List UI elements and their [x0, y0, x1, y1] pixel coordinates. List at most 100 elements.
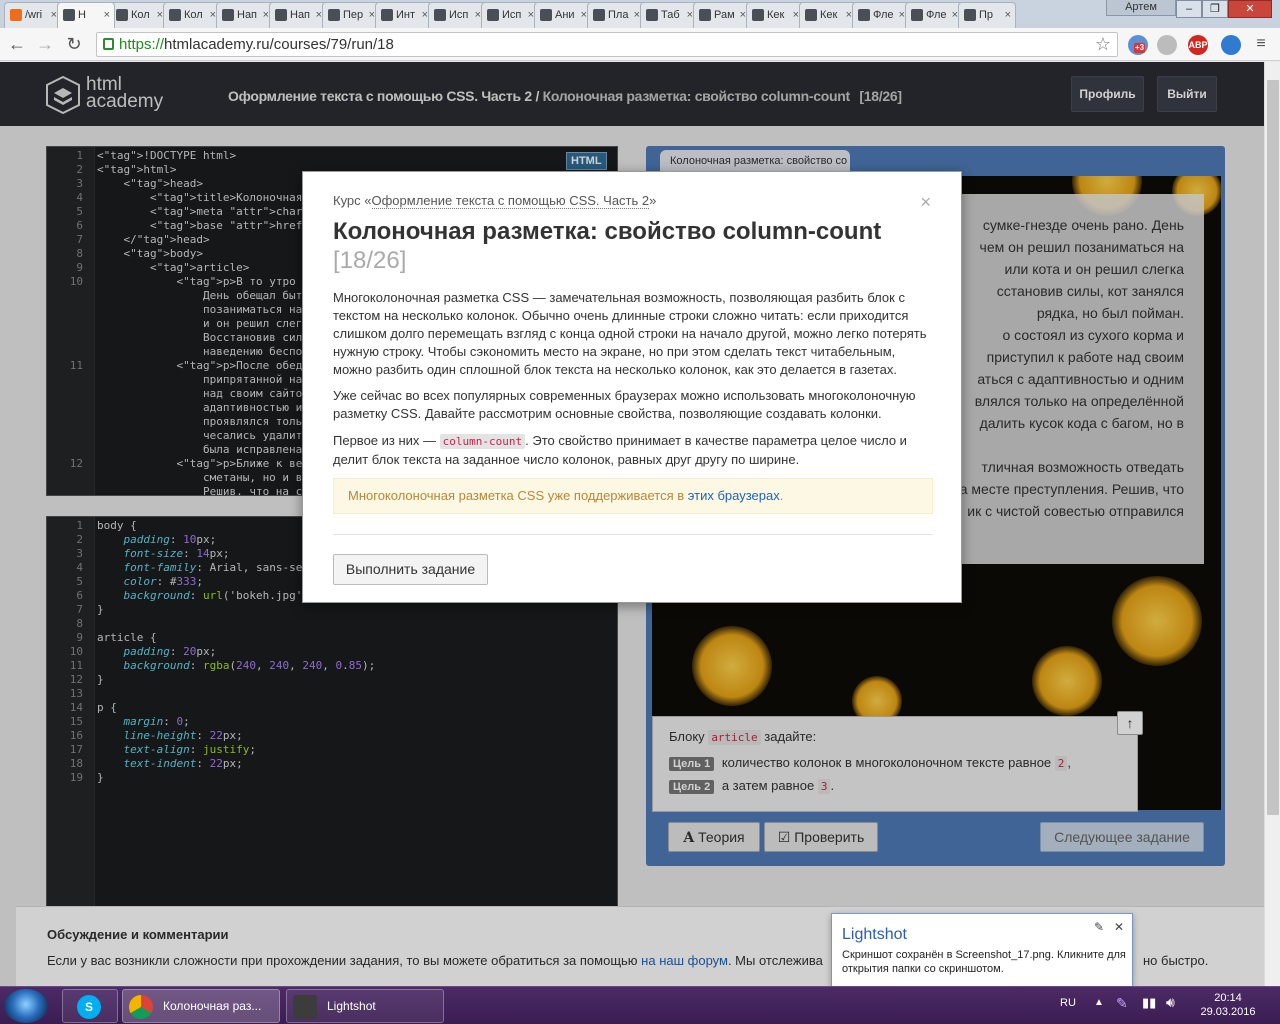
back-button[interactable]: ← — [6, 33, 28, 55]
start-button[interactable] — [4, 989, 48, 1023]
tab-favicon-icon — [487, 9, 499, 21]
modal-course-link[interactable]: Оформление текста с помощью CSS. Часть 2 — [371, 193, 650, 209]
extension-badge: +3 — [1134, 43, 1146, 53]
tab-favicon-icon — [593, 9, 605, 21]
modal-close-icon[interactable]: × — [920, 192, 931, 213]
browser-tab[interactable]: Фле × — [852, 2, 910, 28]
extension-icon[interactable]: +3 — [1128, 35, 1148, 55]
modal-paragraph-3: Первое из них — column-count. Это свойст… — [333, 432, 933, 469]
tab-favicon-icon — [540, 9, 552, 21]
menu-icon[interactable]: ≡ — [1250, 33, 1272, 55]
browser-tab-strip: /wri × Н × Кол × Кол × Нап × Нап × Пер × Инт × Исп × Исп × А… — [0, 0, 1280, 28]
reload-button[interactable]: ↻ — [63, 33, 85, 55]
tab-label: Нап — [290, 9, 311, 21]
tab-favicon-icon — [63, 9, 75, 21]
clock-time: 20:14 — [1214, 992, 1242, 1004]
page-scrollbar[interactable] — [1264, 62, 1280, 986]
network-icon[interactable]: ▮▮ — [1142, 995, 1156, 1011]
lightshot-notification[interactable]: Lightshot ✎ ✕ Скриншот сохранён в Screen… — [831, 913, 1133, 987]
tab-favicon-icon — [169, 9, 181, 21]
windows-taskbar: S Колоночная раз... Lightshot RU ▲ ✎ ▮▮ … — [0, 986, 1280, 1024]
forward-button[interactable]: → — [34, 33, 56, 55]
start-task-button[interactable]: Выполнить задание — [333, 554, 488, 585]
tab-label: Кек — [820, 9, 838, 21]
toast-title: Lightshot — [842, 926, 907, 943]
browser-tab[interactable]: Исп × — [428, 2, 486, 28]
tab-label: /wri — [25, 9, 43, 21]
clock-date: 29.03.2016 — [1200, 1006, 1256, 1018]
browser-tab[interactable]: Пер × — [322, 2, 380, 28]
language-indicator[interactable]: RU — [1060, 997, 1076, 1009]
browser-tab[interactable]: /wri × — [4, 2, 62, 28]
scrollbar-thumb[interactable] — [1267, 80, 1279, 815]
modal-title-text: Колоночная разметка: свойство column-cou… — [333, 218, 882, 245]
tab-label: Рам — [714, 9, 735, 21]
shield-icon[interactable] — [1157, 35, 1177, 55]
chrome-icon — [129, 995, 153, 1019]
maximize-button[interactable]: ❐ — [1202, 0, 1228, 18]
profile-badge[interactable]: Артем — [1106, 0, 1176, 16]
chrome-task-label: Колоночная раз... — [163, 999, 262, 1013]
tab-label: Фле — [926, 9, 947, 21]
browser-tab[interactable]: Нап × — [216, 2, 274, 28]
pin-icon[interactable]: ✎ — [1094, 920, 1104, 934]
p3-start: Первое из них — — [333, 433, 437, 448]
tab-close-icon[interactable]: × — [1005, 3, 1011, 27]
url-path: htmlacademy.ru/courses/79/run/18 — [164, 36, 394, 53]
tab-favicon-icon — [752, 9, 764, 21]
skype-icon: S — [77, 995, 101, 1019]
browser-tab[interactable]: Ани × — [534, 2, 592, 28]
browser-tab[interactable]: Нап × — [269, 2, 327, 28]
skype-taskbar-button[interactable]: S — [62, 989, 118, 1023]
lightshot-taskbar-button[interactable]: Lightshot — [286, 989, 444, 1023]
browser-tab[interactable]: Н × — [57, 2, 115, 28]
browser-tab[interactable]: Инт × — [375, 2, 433, 28]
lightshot-tray-icon[interactable]: ✎ — [1116, 995, 1128, 1012]
notice-end: . — [779, 488, 784, 503]
browser-tab[interactable]: Рам × — [693, 2, 751, 28]
tab-label: Фле — [873, 9, 894, 21]
tab-label: Пр — [979, 9, 994, 21]
tray-expand-icon[interactable]: ▲ — [1094, 997, 1104, 1008]
course-suffix: » — [649, 193, 657, 208]
browser-tab[interactable]: Фле × — [905, 2, 963, 28]
close-window-button[interactable]: ✕ — [1228, 0, 1272, 18]
window-controls: – ❐ ✕ — [1176, 0, 1272, 18]
system-clock[interactable]: 20:14 29.03.2016 — [1200, 991, 1256, 1019]
modal-paragraph-2: Уже сейчас во всех популярных современны… — [333, 388, 916, 421]
tab-label: Кек — [767, 9, 785, 21]
browser-tab[interactable]: Пла × — [587, 2, 645, 28]
browser-tab[interactable]: Кек × — [799, 2, 857, 28]
modal-paragraph-1: Многоколоночная разметка CSS — замечател… — [333, 290, 927, 377]
address-bar[interactable]: https://htmlacademy.ru/courses/79/run/18… — [96, 32, 1118, 57]
toast-close-icon[interactable]: ✕ — [1114, 920, 1124, 934]
tab-favicon-icon — [116, 9, 128, 21]
browser-tab[interactable]: Исп × — [481, 2, 539, 28]
bookmark-star-icon[interactable]: ☆ — [1095, 33, 1111, 56]
modal-divider — [333, 534, 933, 535]
tab-favicon-icon — [10, 9, 22, 21]
tab-close-icon[interactable]: × — [104, 3, 110, 27]
chrome-taskbar-button[interactable]: Колоночная раз... — [122, 989, 280, 1023]
tab-favicon-icon — [646, 9, 658, 21]
lock-icon — [103, 38, 114, 50]
browser-tab[interactable]: Кол × — [110, 2, 168, 28]
lightshot-icon — [293, 995, 317, 1019]
globe-icon[interactable] — [1221, 35, 1241, 55]
tab-label: Пер — [343, 9, 364, 21]
browser-tab[interactable]: Таб × — [640, 2, 698, 28]
tab-favicon-icon — [699, 9, 711, 21]
browser-support-notice: Многоколоночная разметка CSS уже поддерж… — [333, 478, 933, 514]
browsers-link[interactable]: этих браузерах — [688, 488, 780, 503]
tab-favicon-icon — [434, 9, 446, 21]
tab-favicon-icon — [858, 9, 870, 21]
theory-modal: Курс «Оформление текста с помощью CSS. Ч… — [302, 171, 962, 603]
browser-toolbar: ← → ↻ https://htmlacademy.ru/courses/79/… — [0, 28, 1280, 61]
adblock-icon[interactable]: ABP — [1188, 35, 1208, 55]
browser-tab[interactable]: Пр × — [958, 2, 1016, 28]
browser-tab[interactable]: Кек × — [746, 2, 804, 28]
minimize-button[interactable]: – — [1176, 0, 1202, 18]
browser-tab[interactable]: Кол × — [163, 2, 221, 28]
volume-icon[interactable]: 🔊︎ — [1166, 994, 1175, 1011]
tab-label: Исп — [449, 9, 469, 21]
